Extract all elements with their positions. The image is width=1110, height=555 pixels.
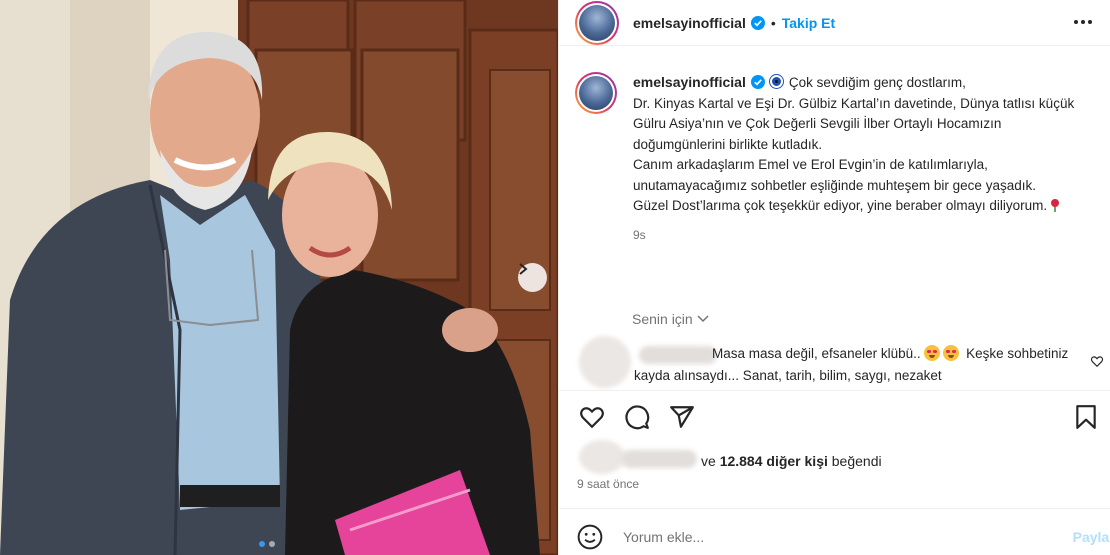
for-you-filter[interactable]: Senin için — [632, 311, 709, 327]
for-you-label: Senin için — [632, 311, 693, 327]
rose-icon — [1051, 199, 1060, 212]
carousel-dot-2 — [269, 541, 275, 547]
post-timestamp[interactable]: 9 saat önce — [577, 477, 639, 491]
chevron-right-icon — [519, 263, 528, 275]
comment-like-heart-icon[interactable] — [1090, 354, 1104, 368]
likes-summary[interactable]: ve 12.884 diğer kişi beğendi — [579, 440, 1099, 476]
more-options-icon[interactable] — [1074, 14, 1094, 30]
caption-author-avatar[interactable] — [575, 72, 617, 114]
post-actions-bar — [579, 404, 1099, 432]
author-username[interactable]: emelsayinofficial — [633, 15, 746, 31]
commenter-avatar-blurred[interactable] — [579, 336, 631, 388]
divider — [559, 390, 1110, 391]
divider — [559, 508, 1110, 509]
share-icon[interactable] — [669, 404, 695, 430]
header-separator: • — [770, 14, 776, 31]
comment-input[interactable] — [623, 529, 1053, 545]
next-photo-button[interactable] — [518, 263, 547, 292]
likes-count[interactable]: 12.884 diğer kişi — [720, 453, 828, 469]
author-avatar[interactable] — [575, 0, 619, 45]
caption-text-1: Çok sevdiğim genç dostlarım, — [788, 75, 966, 90]
post-comment-button[interactable]: Paylaş — [1073, 529, 1110, 545]
add-comment-bar: Paylaş — [577, 522, 1110, 552]
comment-text: Masa masa değil, efsaneler klübü.. Keşke… — [634, 343, 1079, 387]
likes-prefix: ve — [701, 453, 716, 469]
heart-eyes-emoji-icon — [924, 345, 941, 361]
verified-badge-icon — [750, 15, 765, 30]
caption-text-3: Canım arkadaşlarım Emel ve Erol Evgin’in… — [633, 157, 1036, 193]
bookmark-icon[interactable] — [1073, 404, 1099, 430]
carousel-indicator — [259, 541, 275, 547]
chevron-down-icon — [697, 315, 709, 323]
emoji-icon[interactable] — [577, 524, 603, 550]
heart-eyes-emoji-icon — [943, 345, 960, 361]
likes-suffix: beğendi — [831, 453, 882, 469]
caption-text-2: Dr. Kinyas Kartal ve Eşi Dr. Gülbiz Kart… — [633, 95, 1075, 152]
post-photo[interactable] — [0, 0, 558, 555]
caption-timestamp: 9s — [633, 227, 646, 242]
evil-eye-icon — [769, 75, 783, 88]
caption-text-4: Güzel Dost’larıma çok teşekkür ediyor, y… — [633, 198, 1048, 213]
caption-line-4: Güzel Dost’larıma çok teşekkür ediyor, y… — [633, 196, 1095, 217]
post-details-panel: emelsayinofficial • Takip Et emelsayinof… — [558, 0, 1110, 555]
verified-badge-icon — [750, 75, 765, 89]
liker-avatar-blurred — [579, 440, 625, 474]
follow-button[interactable]: Takip Et — [782, 15, 835, 31]
heart-icon[interactable] — [579, 404, 605, 430]
carousel-dot-1 — [259, 541, 265, 547]
comment-icon[interactable] — [624, 404, 650, 430]
post-header: emelsayinofficial • Takip Et — [559, 0, 1110, 46]
liker-name-blurred — [621, 450, 697, 468]
photo-illustration — [0, 0, 558, 555]
caption-username[interactable]: emelsayinofficial — [633, 74, 746, 90]
caption-line-1: emelsayinofficial Çok sevdiğim genç dostl… — [633, 72, 1095, 94]
likes-text: ve 12.884 diğer kişi beğendi — [701, 453, 882, 469]
comment-text-part1: Masa masa değil, efsaneler klübü.. — [712, 346, 921, 361]
post-caption: emelsayinofficial Çok sevdiğim genç dostl… — [575, 72, 1095, 245]
